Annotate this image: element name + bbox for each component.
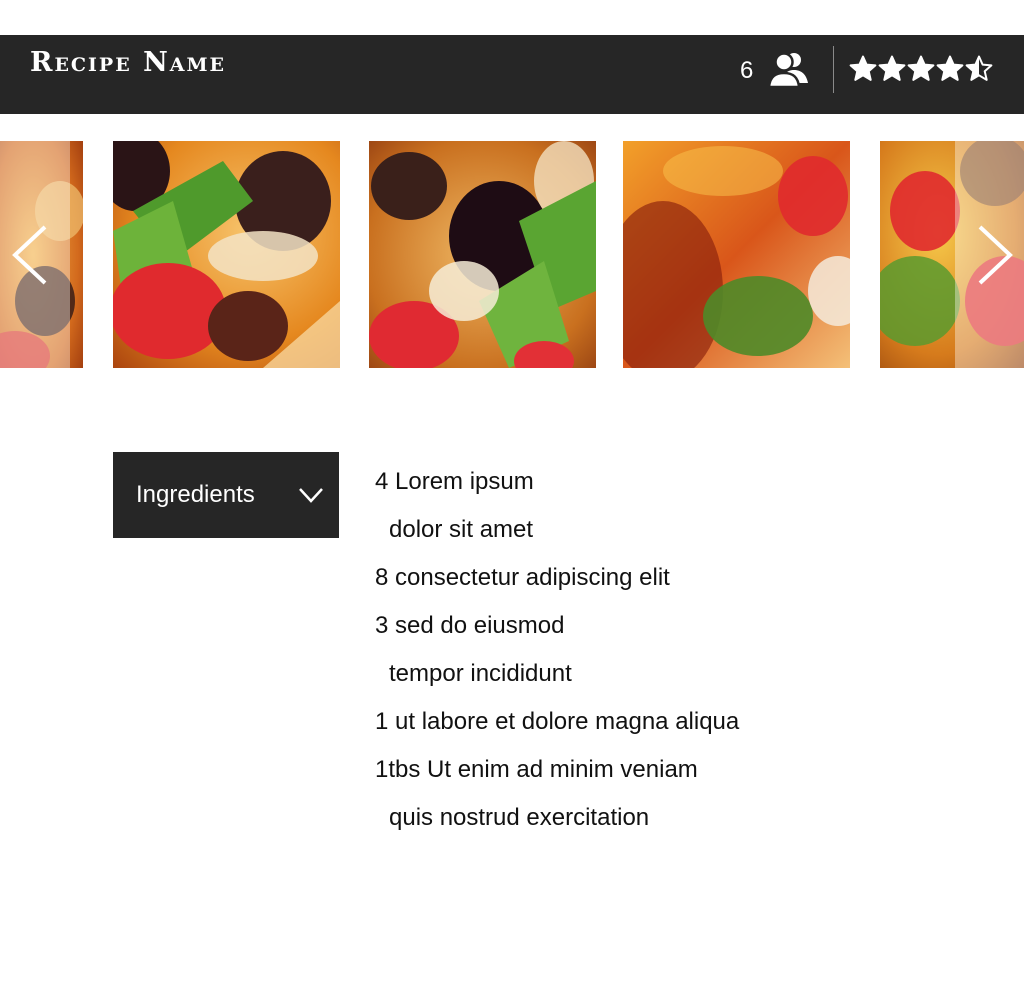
recipe-title: Recipe Name (30, 47, 227, 78)
star-full-icon[interactable] (878, 55, 906, 83)
servings-count: 6 (740, 57, 754, 84)
star-full-icon[interactable] (936, 55, 964, 83)
ingredient-item: 3 sed do eiusmod (375, 612, 565, 639)
gallery-photo-3[interactable] (623, 141, 850, 368)
ingredient-item: tempor incididunt (389, 660, 572, 687)
section-dropdown-label: Ingredients (136, 481, 255, 508)
star-rating[interactable] (849, 55, 993, 85)
ingredient-item: quis nostrud exercitation (389, 804, 650, 831)
people-icon (766, 49, 810, 89)
star-full-icon[interactable] (849, 55, 877, 83)
chevron-right-icon[interactable] (976, 223, 1016, 287)
star-full-icon[interactable] (907, 55, 935, 83)
recipe-header: Recipe Name 6 (0, 35, 1024, 114)
photo-carousel (0, 141, 1024, 368)
section-dropdown[interactable]: Ingredients (113, 452, 339, 538)
header-divider (833, 46, 834, 93)
gallery-photo-2[interactable] (369, 141, 596, 368)
ingredient-list: 4 Lorem ipsum dolor sit amet 8 consectetur… (375, 458, 739, 842)
ingredient-item: 1 ut labore et dolore magna aliqua (375, 708, 740, 735)
ingredient-item: 8 consectetur adipiscing elit (375, 564, 670, 591)
chevron-left-icon[interactable] (9, 223, 49, 287)
gallery-photo-1[interactable] (113, 141, 340, 368)
star-half-icon[interactable] (965, 55, 993, 83)
chevron-down-icon (298, 486, 324, 504)
ingredient-item: 1tbs Ut enim ad minim veniam (375, 756, 698, 783)
ingredient-item: dolor sit amet (389, 516, 534, 543)
ingredient-item: 4 Lorem ipsum (375, 468, 534, 495)
